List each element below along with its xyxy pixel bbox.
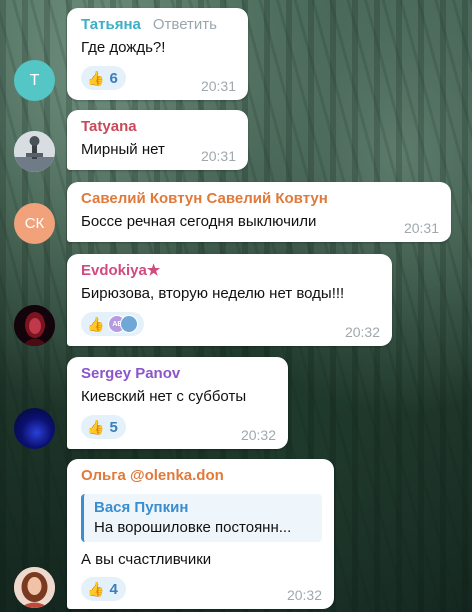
message-time: 20:32 [344,324,380,340]
photo-avatar-icon [14,305,55,346]
message-bubble[interactable]: Савелий Ковтун Савелий Ковтун Боссе речн… [67,182,451,242]
quote-author: Вася Пупкин [94,499,189,516]
message-time: 20:32 [240,427,276,443]
message-text: Боссе речная сегодня выключили [81,213,317,230]
avatar[interactable] [14,408,55,449]
sender-name[interactable]: Sergey Panov [81,364,276,384]
reaction-count: 6 [109,69,118,87]
avatar-letters: СК [24,215,45,232]
sender-name[interactable]: Evdokiya★ [81,261,380,281]
reaction-pill[interactable]: 👍 6 [81,66,126,90]
reaction-pill[interactable]: 👍 4 [81,577,126,601]
thumbs-up-icon: 👍 [87,316,105,332]
sender-name[interactable]: Ольга @olenka.don [81,466,322,486]
message-time: 20:31 [403,220,439,236]
reaction-count: 5 [109,418,118,436]
sender-name[interactable]: Tatyana [81,117,236,137]
avatar-letter: Т [29,71,40,89]
reaction-count: 4 [109,580,118,598]
message-text: Киевский нет с субботы [81,388,247,405]
message-text: Где дождь?! [81,39,166,56]
avatar[interactable]: Т [14,60,55,101]
thumbs-up-icon: 👍 [87,70,105,86]
photo-avatar-icon [14,131,55,172]
reaction-pill[interactable]: 👍 5 [81,415,126,439]
sender-label[interactable]: Татьяна [81,16,141,33]
message-bubble[interactable]: Sergey Panov Киевский нет с субботы 👍 5 … [67,357,288,449]
message-bubble[interactable]: Татьяна Ответить Где дождь?! 👍 6 20:31 [67,8,248,100]
message-time: 20:32 [286,587,322,603]
message-text: Бирюзова, вторую неделю нет воды!!! [81,285,345,302]
avatar[interactable] [14,131,55,172]
message-text: А вы счастливчики [81,551,212,568]
avatar[interactable]: СК [14,203,55,244]
avatar[interactable] [14,567,55,608]
message-bubble[interactable]: Ольга @olenka.don Вася Пупкин На ворошил… [67,459,334,609]
thumbs-up-icon: 👍 [87,419,105,435]
sender-name[interactable]: Савелий Ковтун Савелий Ковтун [81,189,439,209]
reaction-pill[interactable]: 👍 AB [81,312,145,336]
thumbs-up-icon: 👍 [87,581,105,597]
reply-quote[interactable]: Вася Пупкин На ворошиловке постоянн... [81,494,322,542]
avatar[interactable] [14,305,55,346]
message-bubble[interactable]: Evdokiya★ Бирюзова, вторую неделю нет во… [67,254,392,346]
message-time: 20:31 [200,148,236,164]
sender-name[interactable]: Татьяна Ответить [81,15,236,35]
message-time: 20:31 [200,78,236,94]
reactor-avatar [120,315,139,333]
reply-link[interactable]: Ответить [153,16,217,33]
message-bubble[interactable]: Tatyana Мирный нет 20:31 [67,110,248,170]
quote-text: На ворошиловке постоянн... [94,519,292,536]
photo-avatar-icon [14,567,55,608]
